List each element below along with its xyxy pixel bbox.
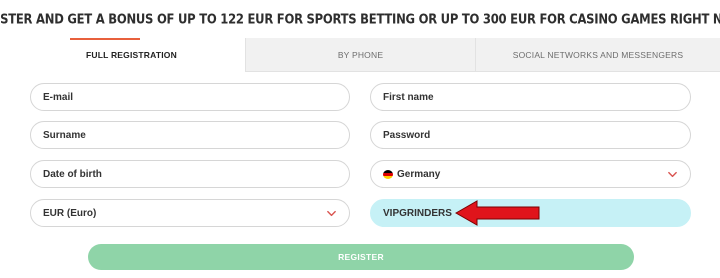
chevron-down-icon [327,210,336,217]
bonus-banner: REGISTER AND GET A BONUS OF UP TO 122 EU… [0,11,720,27]
surname-placeholder: Surname [43,129,86,141]
password-field[interactable]: Password [370,121,691,149]
date-of-birth-placeholder: Date of birth [43,168,102,180]
surname-field[interactable]: Surname [30,121,350,149]
password-placeholder: Password [383,129,431,141]
registration-tabs: FULL REGISTRATION BY PHONE SOCIAL NETWOR… [18,38,720,72]
currency-select[interactable]: EUR (Euro) [30,199,350,227]
first-name-field[interactable]: First name [370,83,691,111]
country-value: Germany [397,168,441,180]
tab-social-networks[interactable]: SOCIAL NETWORKS AND MESSENGERS [475,38,720,72]
promo-code-value: VIPGRINDERS [383,207,452,219]
register-button[interactable]: REGISTER [88,244,634,270]
date-of-birth-field[interactable]: Date of birth [30,160,350,188]
first-name-placeholder: First name [383,91,434,103]
red-arrow-icon [455,200,540,226]
tab-by-phone[interactable]: BY PHONE [245,38,475,72]
email-field[interactable]: E-mail [30,83,350,111]
country-select[interactable]: Germany [370,160,691,188]
tab-full-registration[interactable]: FULL REGISTRATION [18,38,245,72]
currency-value: EUR (Euro) [43,207,97,219]
germany-flag-icon [383,169,393,179]
email-placeholder: E-mail [43,91,74,103]
chevron-down-icon [668,171,677,178]
